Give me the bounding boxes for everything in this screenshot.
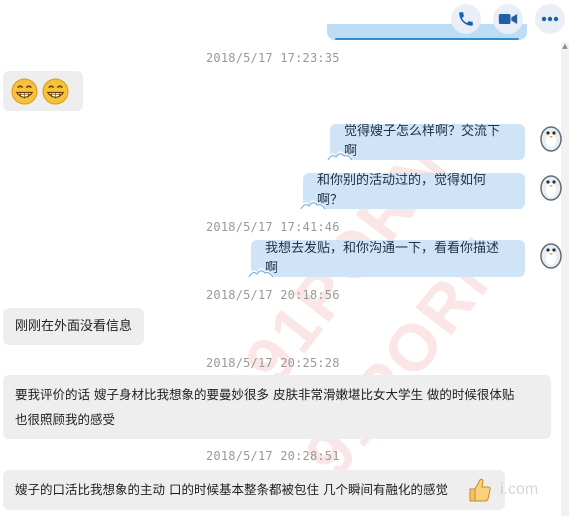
outgoing-message: 我想去发贴，和你沟通一下，看看你描述啊: [247, 240, 525, 279]
message-text: 我想去发贴，和你沟通一下，看看你描述啊: [265, 240, 500, 276]
message-text: 觉得嫂子怎么样啊？交流下啊: [344, 124, 501, 159]
outgoing-message: 和你别的活动过的，觉得如何啊？: [299, 173, 525, 211]
message-text-line: 要我评价的话 嫂子身材比我想象的要曼妙很多 皮肤非常滑嫩堪比女大学生 做的时候很…: [15, 387, 515, 402]
outgoing-message: 觉得嫂子怎么样啊？交流下啊: [326, 124, 525, 162]
bubble-wave-decoration-icon: [247, 268, 275, 279]
incoming-message: 刚刚在外面没看信息: [3, 308, 144, 345]
incoming-message: 嫂子的口活比我想象的主动 口的时候基本整条都被包住 几个瞬间有融化的感觉: [3, 470, 505, 510]
message-timestamp: 2018/5/17 20:28:51: [206, 449, 340, 463]
message-timestamp: 2018/5/17 20:18:56: [206, 288, 340, 302]
message-text: 刚刚在外面没看信息: [15, 318, 133, 334]
more-options-button[interactable]: [535, 4, 565, 34]
message-timestamp: 2018/5/17 17:23:35: [206, 51, 340, 65]
message-timestamp: 2018/5/17 20:25:28: [206, 356, 340, 370]
penguin-avatar-icon[interactable]: [538, 123, 564, 153]
message-timestamp: 2018/5/17 17:41:46: [206, 220, 340, 234]
more-dots-icon: [541, 16, 559, 22]
bubble-wave-decoration-icon: [299, 200, 327, 211]
penguin-avatar-icon[interactable]: [538, 240, 564, 270]
video-camera-icon: [498, 14, 518, 24]
thumbs-up-emoji-icon: [469, 478, 491, 502]
site-watermark: i.com: [500, 481, 539, 498]
incoming-message: 要我评价的话 嫂子身材比我想象的要曼妙很多 皮肤非常滑嫩堪比女大学生 做的时候很…: [3, 375, 551, 439]
grinning-face-emoji-icon: [11, 77, 38, 105]
message-text-line: 也很照顾我的感受: [15, 412, 116, 427]
scroll-up-arrow-icon[interactable]: ▲: [562, 42, 568, 50]
video-call-button[interactable]: [493, 4, 523, 34]
chat-toolbar: [0, 0, 569, 42]
bubble-wave-decoration-icon: [326, 151, 354, 162]
phone-icon: [459, 12, 473, 26]
phone-call-button[interactable]: [451, 4, 481, 34]
message-text: 和你别的活动过的，觉得如何啊？: [317, 173, 487, 208]
message-text: 嫂子的口活比我想象的主动 口的时候基本整条都被包住 几个瞬间有融化的感觉: [15, 482, 448, 497]
chat-scrollbar[interactable]: [561, 42, 569, 516]
incoming-emoji-message: [3, 71, 83, 111]
grinning-face-emoji-icon: [42, 77, 69, 105]
penguin-avatar-icon[interactable]: [538, 172, 564, 202]
